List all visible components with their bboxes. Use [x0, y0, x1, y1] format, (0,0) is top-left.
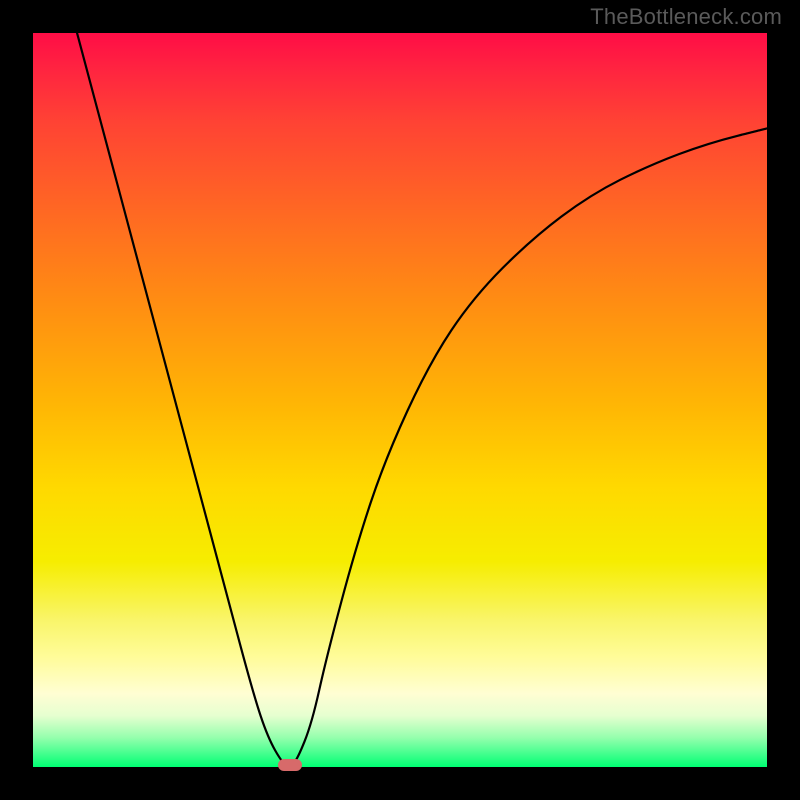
chart-plot-area	[33, 33, 767, 767]
watermark-text: TheBottleneck.com	[590, 4, 782, 30]
bottleneck-curve	[77, 33, 767, 766]
optimal-marker	[278, 759, 302, 771]
curve-svg	[33, 33, 767, 767]
